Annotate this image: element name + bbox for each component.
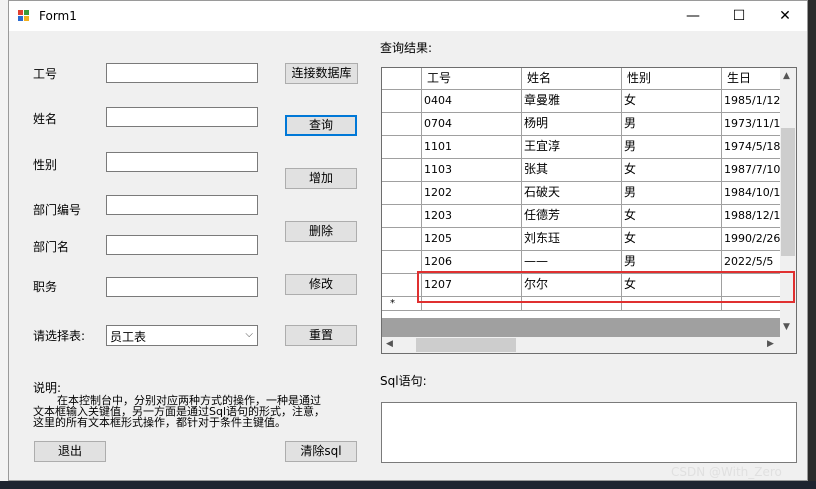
chevron-down-icon[interactable]: ⌵ [245, 329, 253, 340]
grid-cell[interactable]: 刘东珏 [522, 228, 622, 251]
grid-row-header[interactable] [382, 228, 422, 251]
exit-button[interactable]: 退出 [34, 441, 106, 462]
name-input[interactable] [106, 107, 258, 127]
label-choose-table: 请选择表: [33, 329, 86, 343]
grid-column-header[interactable]: 姓名 [522, 68, 622, 90]
gender-input[interactable] [106, 152, 258, 172]
description-line-3: 这里的所有文本框形式操作，都针对于条件主键值。 [33, 416, 286, 429]
scroll-left-icon[interactable]: ◀ [386, 339, 393, 349]
grid-cell[interactable]: 0704 [422, 113, 522, 136]
grid-cell[interactable]: 1205 [422, 228, 522, 251]
desktop-background [0, 0, 8, 489]
label-dept-no: 部门编号 [33, 203, 82, 217]
results-label: 查询结果: [380, 41, 433, 55]
close-button[interactable]: ✕ [762, 1, 808, 31]
grid-column-header[interactable]: 生日 [722, 68, 782, 90]
id-input[interactable] [106, 63, 258, 83]
label-name: 姓名 [33, 112, 58, 126]
connect-db-button[interactable]: 连接数据库 [285, 63, 358, 84]
grid-cell[interactable]: 女 [622, 205, 722, 228]
grid-cell[interactable]: 1974/5/18 [722, 136, 782, 159]
grid-cell[interactable]: 1103 [422, 159, 522, 182]
watermark: CSDN @With_Zero [671, 465, 782, 479]
reset-button[interactable]: 重置 [285, 325, 357, 346]
sql-textarea[interactable] [381, 402, 797, 463]
grid-row-header[interactable] [382, 274, 422, 297]
scroll-corner [780, 337, 796, 353]
label-position: 职务 [33, 280, 58, 294]
grid-cell[interactable]: 1203 [422, 205, 522, 228]
dept-name-input[interactable] [106, 235, 258, 255]
grid-cell[interactable]: 女 [622, 228, 722, 251]
position-input[interactable] [106, 277, 258, 297]
grid-cell[interactable]: 章曼雅 [522, 90, 622, 113]
grid-cell[interactable]: 1984/10/1 [722, 182, 782, 205]
grid-row-header[interactable] [382, 113, 422, 136]
grid-cell[interactable]: 杨明 [522, 113, 622, 136]
vertical-scroll-thumb[interactable] [781, 128, 795, 256]
horizontal-scroll-thumb[interactable] [416, 338, 516, 352]
grid-cell[interactable]: 女 [622, 159, 722, 182]
maximize-button[interactable]: ☐ [716, 1, 762, 31]
app-icon [18, 10, 30, 22]
horizontal-scrollbar[interactable]: ◀ ▶ [382, 337, 780, 353]
table-select-value: 员工表 [110, 330, 147, 344]
desktop-background-bottom [0, 481, 816, 489]
grid-cell[interactable]: 1987/7/10 [722, 159, 782, 182]
grid-cell[interactable]: 1988/12/1 [722, 205, 782, 228]
label-dept-name: 部门名 [33, 240, 70, 254]
grid-column-header[interactable]: 工号 [422, 68, 522, 90]
scroll-right-icon[interactable]: ▶ [767, 339, 774, 349]
grid-cell[interactable]: 男 [622, 182, 722, 205]
grid-cell[interactable]: 1202 [422, 182, 522, 205]
grid-cell[interactable]: 0404 [422, 90, 522, 113]
table-select[interactable]: 员工表 ⌵ [106, 325, 258, 346]
clear-sql-button[interactable]: 清除sql [285, 441, 357, 462]
grid-cell[interactable]: 张其 [522, 159, 622, 182]
window-title: Form1 [39, 9, 77, 23]
results-grid[interactable]: 工号 姓名 性别 生日 0404 章曼雅女 1985/1/12 0704 杨明男 1973/11/… [381, 67, 797, 354]
grid-cell[interactable]: 1990/2/26 [722, 228, 782, 251]
grid-cell[interactable]: 1101 [422, 136, 522, 159]
modify-button[interactable]: 修改 [285, 274, 357, 295]
scroll-up-icon[interactable]: ▲ [783, 71, 790, 81]
grid-cell[interactable]: 男 [622, 113, 722, 136]
grid-cell[interactable]: 男 [622, 136, 722, 159]
label-gender: 性别 [33, 158, 58, 172]
grid-row-header[interactable] [382, 90, 422, 113]
grid-row-header[interactable] [382, 251, 422, 274]
grid-row-header[interactable] [382, 182, 422, 205]
grid-row-header[interactable]: * [382, 297, 422, 311]
query-button[interactable]: 查询 [285, 115, 357, 136]
description-title: 说明: [33, 381, 62, 395]
grid-cell[interactable]: 石破天 [522, 182, 622, 205]
grid-row-header[interactable] [382, 159, 422, 182]
description: 说明: 在本控制台中，分别对应两种方式的操作，一种是通过 文本框输入关键值，另一… [33, 381, 363, 428]
label-id: 工号 [33, 67, 58, 81]
grid-row-header[interactable] [382, 205, 422, 228]
delete-button[interactable]: 删除 [285, 221, 357, 242]
scroll-down-icon[interactable]: ▼ [783, 322, 790, 332]
dept-no-input[interactable] [106, 195, 258, 215]
grid-cell[interactable]: 1973/11/1 [722, 113, 782, 136]
add-button[interactable]: 增加 [285, 168, 357, 189]
minimize-button[interactable]: — [670, 1, 716, 31]
grid-cell[interactable]: 女 [622, 90, 722, 113]
grid-cell[interactable]: 王宜淳 [522, 136, 622, 159]
form-window: Form1 — ☐ ✕ 工号 姓名 性别 部门编号 部门名 职务 请选择表: 员… [8, 0, 808, 481]
grid-cell[interactable]: 任德芳 [522, 205, 622, 228]
highlight-box [417, 271, 795, 303]
grid-cell[interactable]: 1985/1/12 [722, 90, 782, 113]
grid-header-corner[interactable] [382, 68, 422, 90]
title-bar[interactable]: Form1 — ☐ ✕ [9, 1, 807, 31]
grid-column-header[interactable]: 性别 [622, 68, 722, 90]
grid-row-header[interactable] [382, 136, 422, 159]
sql-label: Sql语句: [380, 374, 427, 388]
